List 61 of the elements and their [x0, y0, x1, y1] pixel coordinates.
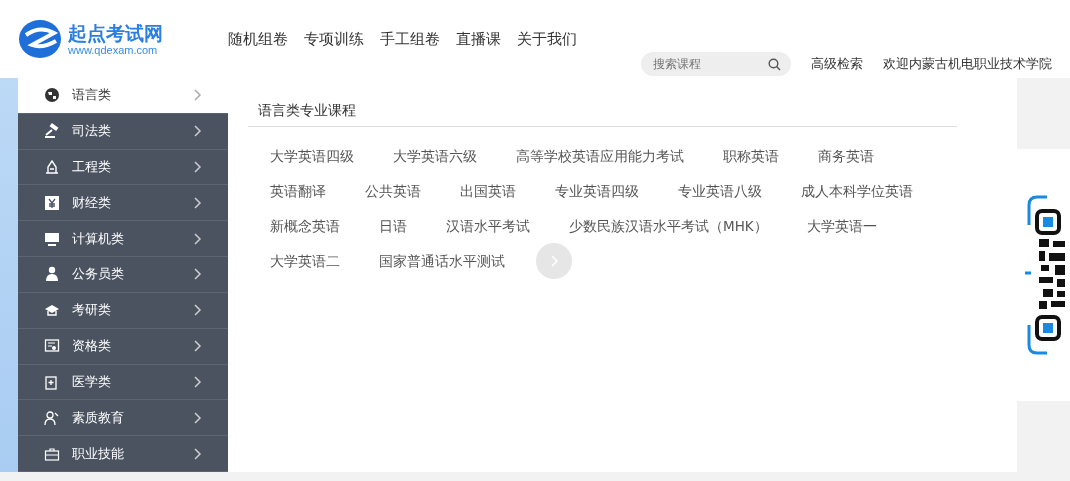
- chevron-icon: [192, 411, 202, 424]
- course-link[interactable]: 日语: [379, 216, 407, 236]
- sidebar-item[interactable]: 计算机类: [18, 221, 228, 258]
- briefcase-icon: [44, 445, 60, 462]
- course-link[interactable]: 英语翻译: [270, 181, 326, 201]
- course-link[interactable]: 公共英语: [365, 181, 421, 201]
- chevron-icon: [192, 304, 202, 317]
- course-link[interactable]: 少数民族汉语水平考试（MHK）: [569, 216, 768, 236]
- yen-icon: [44, 194, 60, 211]
- course-link[interactable]: 新概念英语: [270, 216, 340, 236]
- chevron-icon: [192, 232, 202, 245]
- gavel-icon: [44, 123, 60, 140]
- chevron-icon: [192, 375, 202, 388]
- nav-link[interactable]: 直播课: [456, 29, 501, 49]
- sidebar-item[interactable]: 财经类: [18, 185, 228, 222]
- course-link[interactable]: 国家普通话水平测试: [379, 251, 505, 271]
- sidebar-item[interactable]: 职业技能: [18, 436, 228, 472]
- sidebar-item[interactable]: 考研类: [18, 292, 228, 329]
- logo-icon[interactable]: [18, 19, 62, 59]
- search-icon[interactable]: [768, 58, 781, 71]
- chevron-icon: [192, 125, 202, 138]
- advanced-search-link[interactable]: 高级检索: [811, 55, 863, 73]
- logo-url: www.qdexam.com: [68, 44, 159, 56]
- logo-title[interactable]: 起点考试网: [68, 22, 163, 44]
- nav-link[interactable]: 手工组卷: [380, 29, 440, 49]
- chevron-icon: [192, 447, 202, 460]
- chevron-icon: [192, 89, 202, 102]
- course-link[interactable]: 大学英语六级: [393, 146, 477, 166]
- search-field[interactable]: 搜索课程: [641, 52, 791, 76]
- course-link[interactable]: 专业英语八级: [678, 181, 762, 201]
- sidebar-item[interactable]: 医学类: [18, 364, 228, 401]
- nav-link[interactable]: 关于我们: [517, 29, 577, 49]
- sidebar-item[interactable]: 语言类: [18, 78, 228, 114]
- course-link[interactable]: 商务英语: [818, 146, 874, 166]
- people-icon: [44, 409, 60, 426]
- chevron-icon: [192, 196, 202, 209]
- chevron-icon: [550, 255, 558, 267]
- course-link[interactable]: 大学英语一: [806, 216, 877, 236]
- graduation-cap-icon: [44, 302, 60, 319]
- sidebar-item[interactable]: 公务员类: [18, 257, 228, 293]
- sidebar-item[interactable]: 资格类: [18, 328, 228, 365]
- panel-title: 语言类专业课程: [248, 102, 957, 127]
- chevron-icon: [192, 340, 202, 353]
- course-link[interactable]: 大学英语二: [270, 251, 340, 271]
- nav-link[interactable]: 随机组卷: [228, 29, 288, 49]
- person-icon: [44, 266, 60, 283]
- crane-icon: [44, 159, 60, 176]
- course-link[interactable]: 成人本科学位英语: [801, 181, 913, 201]
- course-link[interactable]: 高等学校英语应用能力考试: [516, 146, 684, 166]
- course-link[interactable]: 大学英语四级: [270, 146, 354, 166]
- course-link[interactable]: 汉语水平考试: [446, 216, 530, 236]
- course-link[interactable]: 职称英语: [723, 146, 779, 166]
- monitor-icon: [44, 230, 60, 247]
- chevron-icon: [192, 268, 202, 281]
- nav-link[interactable]: 专项训练: [304, 29, 364, 49]
- course-link[interactable]: 专业英语四级: [555, 181, 639, 201]
- certificate-icon: [44, 338, 60, 355]
- course-link[interactable]: 出国英语: [460, 181, 516, 201]
- chevron-icon: [192, 161, 202, 174]
- welcome-text: 欢迎内蒙古机电职业技术学院: [883, 55, 1052, 73]
- medical-icon: [44, 373, 60, 390]
